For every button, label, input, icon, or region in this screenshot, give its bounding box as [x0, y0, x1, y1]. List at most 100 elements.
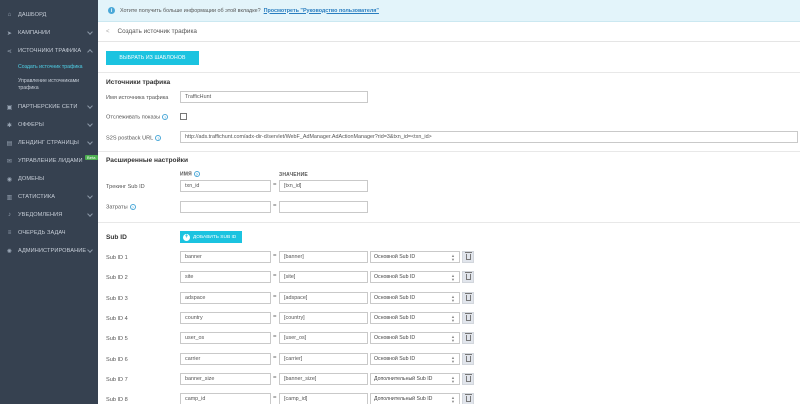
- subid-name-input[interactable]: banner_size: [180, 372, 271, 385]
- tracking-subid-value-input[interactable]: [txn_id]: [279, 180, 368, 192]
- sidebar-item-task-queue[interactable]: ≡ ОЧЕРЕДЬ ЗАДАЧ: [0, 224, 98, 242]
- subid-value-input[interactable]: [banner]: [279, 251, 368, 263]
- subid-value-input[interactable]: [site]: [279, 271, 368, 284]
- tracking-subid-name-input[interactable]: txn_id: [180, 180, 271, 192]
- subid-type-select[interactable]: Основной Sub ID ▲ ▼: [370, 251, 460, 263]
- sidebar-item-affiliate-networks[interactable]: ▣ ПАРТНЕРСКИЕ СЕТИ: [0, 98, 98, 116]
- track-impressions-text: Отслеживать показы: [106, 114, 161, 121]
- subid-name-input[interactable]: camp_id: [180, 393, 271, 404]
- chevron-down-icon: [87, 103, 93, 109]
- subid-value-input[interactable]: [country]: [279, 311, 368, 324]
- subid-label: Sub ID 7: [106, 376, 128, 383]
- track-impressions-label: Отслеживать показы?: [106, 114, 169, 121]
- sidebar-item-label: ДАШБОРД: [18, 12, 47, 18]
- sidebar-item-dashboard[interactable]: ⌂ ДАШБОРД: [0, 6, 98, 24]
- subid-name-input[interactable]: site: [180, 271, 271, 284]
- trash-icon: [464, 394, 472, 403]
- sidebar-item-administration[interactable]: ✺ АДМИНИСТРИРОВАНИЕ: [0, 242, 98, 260]
- subid-name-input[interactable]: adspace: [180, 291, 271, 304]
- subid-name-input[interactable]: user_os: [180, 332, 271, 345]
- user-guide-link[interactable]: Просмотреть "Руководство пользователя": [264, 8, 379, 14]
- subid-type-select[interactable]: Дополнительный Sub ID ▲ ▼: [370, 372, 460, 385]
- sidebar-item-lead-management[interactable]: ✉ УПРАВЛЕНИЕ ЛИДАМИ Beta: [0, 152, 98, 170]
- subid-value-input[interactable]: [adspace]: [279, 291, 368, 304]
- trash-icon: [464, 312, 472, 321]
- subid-type-select[interactable]: Дополнительный Sub ID ▲ ▼: [370, 393, 460, 404]
- subid-type-select[interactable]: Основной Sub ID ▲ ▼: [370, 352, 460, 365]
- select-arrows-icon: ▲ ▼: [451, 354, 455, 364]
- sidebar-subitem-create-source[interactable]: Создать источник трафика: [0, 60, 98, 74]
- source-name-input[interactable]: TrafficHunt: [180, 91, 368, 103]
- sidebar-item-landing-pages[interactable]: ▤ ЛЕНДИНГ СТРАНИЦЫ: [0, 134, 98, 152]
- subid-name-input[interactable]: carrier: [180, 352, 271, 365]
- subid-value-input[interactable]: [camp_id]: [279, 393, 368, 404]
- subid-type-select[interactable]: Основной Sub ID ▲ ▼: [370, 271, 460, 284]
- document-icon: ▤: [6, 140, 13, 147]
- delete-subid-button[interactable]: [462, 352, 474, 365]
- costs-name-input[interactable]: [180, 201, 271, 213]
- rocket-icon: ➤: [6, 30, 13, 37]
- divider: [98, 222, 800, 223]
- subid-type-select[interactable]: Основной Sub ID ▲ ▼: [370, 291, 460, 304]
- help-icon[interactable]: ?: [162, 114, 169, 120]
- column-name-text: ИМЯ: [180, 171, 192, 178]
- equals-sign: =: [273, 313, 277, 320]
- delete-subid-button[interactable]: [462, 251, 474, 263]
- delete-subid-button[interactable]: [462, 393, 474, 404]
- sidebar-item-traffic-sources[interactable]: ⋖ ИСТОЧНИКИ ТРАФИКА: [0, 42, 98, 60]
- select-arrows-icon: ▲ ▼: [451, 374, 455, 384]
- equals-sign: =: [273, 293, 277, 300]
- sidebar-item-notifications[interactable]: ♪ УВЕДОМЛЕНИЯ: [0, 206, 98, 224]
- sidebar-item-offers[interactable]: ✱ ОФФЕРЫ: [0, 116, 98, 134]
- select-arrows-icon: ▲ ▼: [451, 293, 455, 303]
- sidebar-item-label: ЛЕНДИНГ СТРАНИЦЫ: [18, 140, 79, 146]
- breadcrumb: < Создать источник трафика: [98, 22, 800, 42]
- select-arrows-icon: ▲ ▼: [451, 253, 455, 262]
- chevron-up-icon: [87, 49, 93, 55]
- track-impressions-checkbox[interactable]: [180, 113, 187, 120]
- subid-type-select[interactable]: Основной Sub ID ▲ ▼: [370, 311, 460, 324]
- postback-url-input[interactable]: http://ads.traffichunt.com/adx-dir-d/ser…: [180, 131, 798, 143]
- trash-icon: [464, 333, 472, 342]
- column-name-header: ИМЯ?: [180, 171, 200, 177]
- subid-label: Sub ID 3: [106, 295, 128, 302]
- cog-icon: ✺: [6, 248, 13, 255]
- subid-type-select[interactable]: Основной Sub ID ▲ ▼: [370, 332, 460, 345]
- subid-type-value: Основной Sub ID: [374, 355, 416, 362]
- add-subid-button[interactable]: + ДОБАВИТЬ SUB ID: [180, 231, 242, 243]
- tracking-subid-label: Трекинг Sub ID: [106, 184, 145, 190]
- subid-name-input[interactable]: country: [180, 311, 271, 324]
- section-title-advanced: Расширенные настройки: [106, 157, 188, 164]
- sidebar-item-campaigns[interactable]: ➤ КАМПАНИИ: [0, 24, 98, 42]
- postback-text: S2S postback URL: [106, 135, 154, 142]
- subid-label: Sub ID 6: [106, 356, 128, 363]
- sidebar-item-statistics[interactable]: ▥ СТАТИСТИКА: [0, 188, 98, 206]
- sidebar-item-label: АДМИНИСТРИРОВАНИЕ: [18, 248, 87, 254]
- delete-subid-button[interactable]: [462, 372, 474, 385]
- help-icon[interactable]: ?: [129, 204, 136, 210]
- subid-value-input[interactable]: [user_os]: [279, 332, 368, 345]
- subid-value-input[interactable]: [banner_size]: [279, 372, 368, 385]
- delete-subid-button[interactable]: [462, 291, 474, 304]
- sidebar-item-label: УПРАВЛЕНИЕ ЛИДАМИ: [18, 158, 83, 164]
- sidebar-item-domains[interactable]: ◉ ДОМЕНЫ: [0, 170, 98, 188]
- subid-value-input[interactable]: [carrier]: [279, 352, 368, 365]
- home-icon: ⌂: [7, 12, 12, 18]
- help-icon[interactable]: ?: [155, 135, 162, 141]
- section-title-subid: Sub ID: [106, 234, 127, 241]
- delete-subid-button[interactable]: [462, 311, 474, 324]
- sidebar-item-label: СТАТИСТИКА: [18, 194, 56, 200]
- select-arrows-icon: ▲ ▼: [451, 273, 455, 283]
- subid-name-input[interactable]: banner: [180, 251, 271, 263]
- equals-sign: =: [273, 395, 277, 402]
- globe-icon: ◉: [6, 176, 13, 183]
- costs-value-input[interactable]: [279, 201, 368, 213]
- delete-subid-button[interactable]: [462, 271, 474, 284]
- choose-template-button[interactable]: ВЫБРАТЬ ИЗ ШАБЛОНОВ: [106, 51, 199, 65]
- trash-icon: [464, 353, 472, 362]
- help-icon[interactable]: ?: [193, 171, 200, 177]
- column-value-header: ЗНАЧЕНИЕ: [279, 172, 308, 178]
- sidebar-item-label: УВЕДОМЛЕНИЯ: [18, 212, 63, 218]
- delete-subid-button[interactable]: [462, 332, 474, 345]
- sidebar-subitem-manage-sources[interactable]: Управление источниками трафика: [0, 74, 98, 98]
